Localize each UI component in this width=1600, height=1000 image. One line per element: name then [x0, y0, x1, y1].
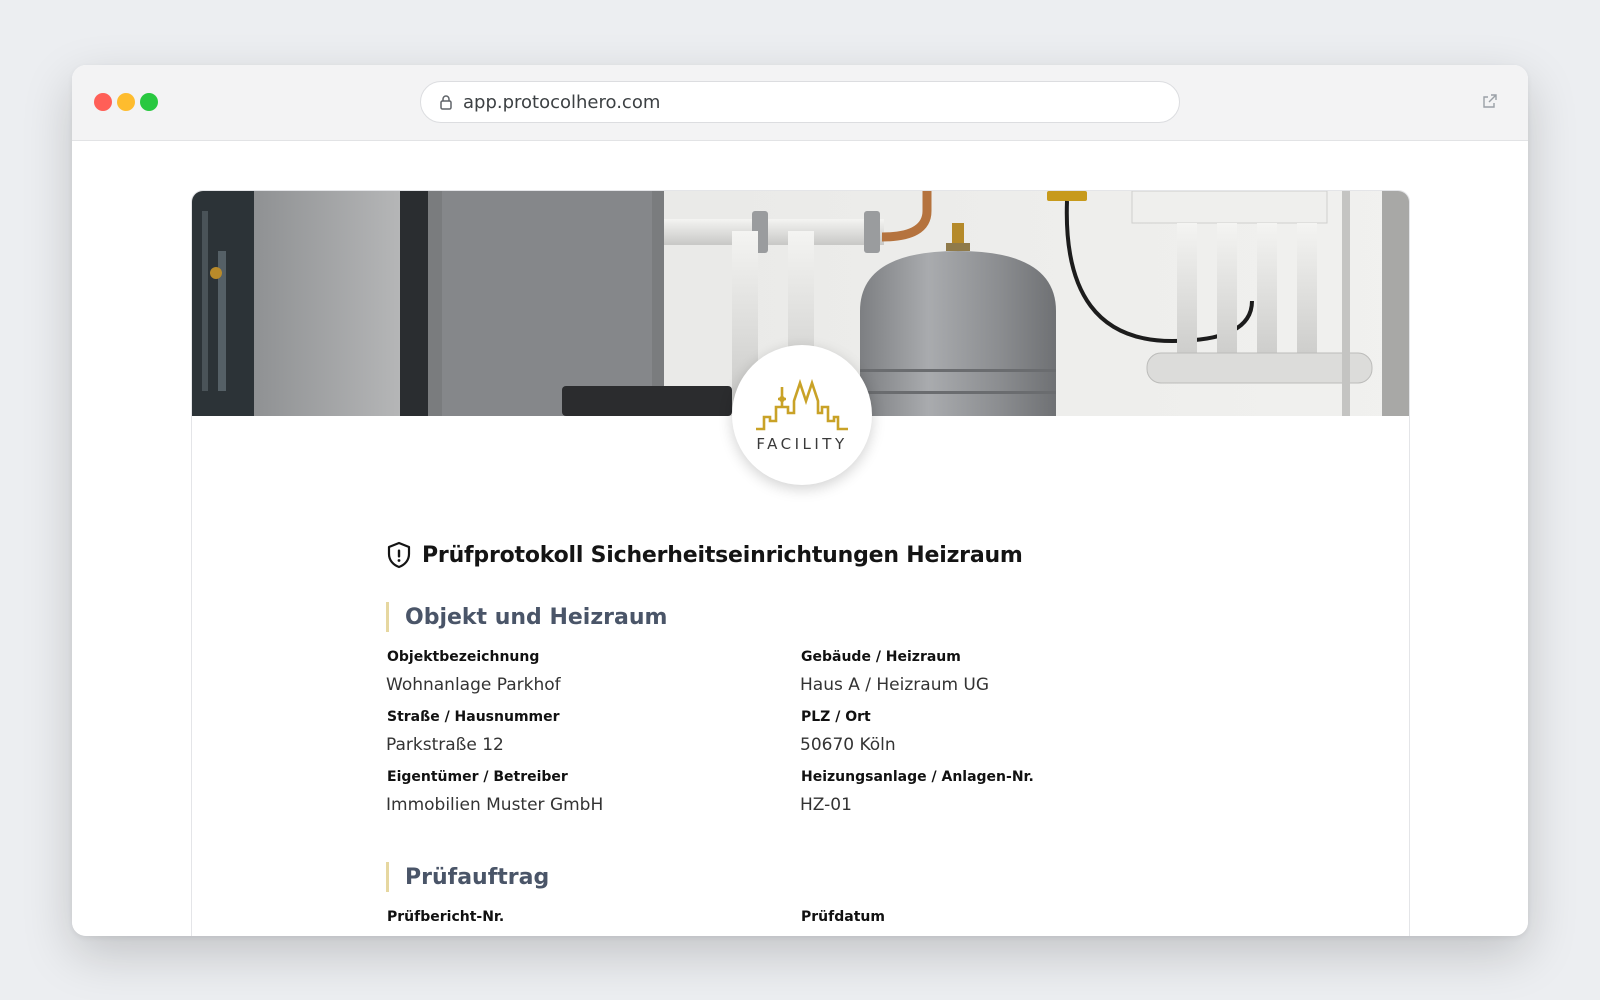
field-heizungsanlage-nr: Heizungsanlage / Anlagen-Nr. HZ-01	[800, 767, 1214, 818]
field-value[interactable]	[386, 933, 800, 936]
field-value[interactable]	[800, 933, 1214, 936]
field-value[interactable]: Haus A / Heizraum UG	[800, 673, 1214, 697]
protocol-content: Prüfprotokoll Sicherheitseinrichtungen H…	[386, 538, 1286, 936]
facility-logo: FACILITY	[732, 345, 872, 485]
field-label: Prüfdatum	[801, 909, 885, 925]
document-title-row: Prüfprotokoll Sicherheitseinrichtungen H…	[386, 538, 1286, 572]
address-bar[interactable]: app.protocolhero.com	[420, 81, 1180, 123]
field-label: Objektbezeichnung	[387, 649, 540, 665]
browser-window: app.protocolhero.com FACILITY Prüfprotok…	[72, 65, 1528, 936]
section-title: Objekt und Heizraum	[405, 604, 668, 630]
document-title: Prüfprotokoll Sicherheitseinrichtungen H…	[422, 542, 1023, 568]
section-header-pruefauftrag: Prüfauftrag	[386, 862, 1286, 892]
section-fields-pruefauftrag: Prüfbericht-Nr. Prüfdatum	[386, 907, 1286, 936]
field-strasse-hausnummer: Straße / Hausnummer Parkstraße 12	[386, 707, 800, 758]
close-window-button[interactable]	[94, 93, 112, 111]
section-title: Prüfauftrag	[405, 864, 550, 890]
field-gebaeude-heizraum: Gebäude / Heizraum Haus A / Heizraum UG	[800, 647, 1214, 698]
minimize-window-button[interactable]	[117, 93, 135, 111]
field-value[interactable]: 50670 Köln	[800, 733, 1214, 757]
open-external-icon[interactable]	[1482, 93, 1498, 109]
field-label: PLZ / Ort	[801, 709, 871, 725]
field-value[interactable]: HZ-01	[800, 793, 1214, 817]
browser-titlebar: app.protocolhero.com	[72, 65, 1528, 141]
page-viewport[interactable]: FACILITY Prüfprotokoll Sicherheitseinric…	[72, 142, 1528, 936]
section-fields-objekt: Objektbezeichnung Wohnanlage Parkhof Geb…	[386, 647, 1286, 818]
field-value[interactable]: Wohnanlage Parkhof	[386, 673, 800, 697]
section-header-objekt: Objekt und Heizraum	[386, 602, 1286, 632]
field-label: Prüfbericht-Nr.	[387, 909, 505, 925]
protocol-card: FACILITY Prüfprotokoll Sicherheitseinric…	[191, 190, 1410, 936]
field-pruefbericht-nr: Prüfbericht-Nr.	[386, 907, 800, 936]
field-label: Eigentümer / Betreiber	[387, 769, 568, 785]
field-label: Heizungsanlage / Anlagen-Nr.	[801, 769, 1034, 785]
lock-icon	[439, 94, 453, 110]
logo-wordmark: FACILITY	[756, 435, 848, 453]
url-text: app.protocolhero.com	[463, 91, 661, 113]
skyline-logo-icon	[756, 378, 848, 431]
field-label: Straße / Hausnummer	[387, 709, 560, 725]
field-eigentuemer-betreiber: Eigentümer / Betreiber Immobilien Muster…	[386, 767, 800, 818]
field-label: Gebäude / Heizraum	[801, 649, 961, 665]
field-plz-ort: PLZ / Ort 50670 Köln	[800, 707, 1214, 758]
field-value[interactable]: Parkstraße 12	[386, 733, 800, 757]
field-value[interactable]: Immobilien Muster GmbH	[386, 793, 800, 817]
shield-alert-icon	[386, 541, 412, 569]
field-objektbezeichnung: Objektbezeichnung Wohnanlage Parkhof	[386, 647, 800, 698]
field-pruefdatum: Prüfdatum	[800, 907, 1214, 936]
maximize-window-button[interactable]	[140, 93, 158, 111]
